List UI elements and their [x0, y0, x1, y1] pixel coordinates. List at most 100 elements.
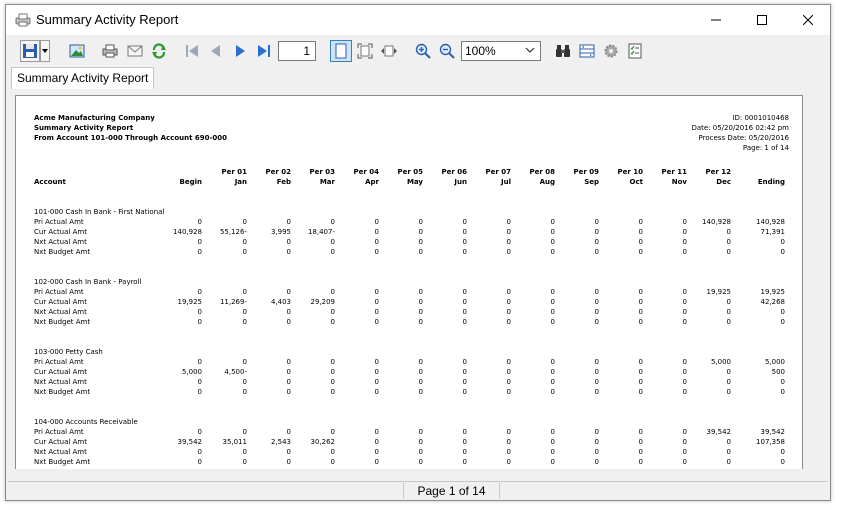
row-value: 29,209	[310, 298, 336, 306]
row-value: 0	[550, 438, 555, 446]
report-range: From Account 101-000 Through Account 690…	[34, 134, 228, 142]
column-header: Nov	[671, 178, 687, 186]
maximize-button[interactable]	[739, 5, 785, 35]
column-header: Sep	[584, 178, 599, 186]
zoom-out-button[interactable]	[436, 40, 458, 62]
report-id: ID: 0001010468	[732, 114, 789, 122]
column-header-period: Per 02	[265, 168, 291, 176]
row-value: 0	[418, 288, 423, 296]
row-label: Pri Actual Amt	[34, 218, 84, 226]
row-value: 5,000	[181, 368, 202, 376]
maximize-icon	[757, 15, 767, 25]
next-page-button[interactable]	[229, 40, 251, 62]
vertical-scrollbar[interactable]	[816, 89, 830, 469]
find-button[interactable]	[552, 40, 574, 62]
row-value: 0	[286, 388, 291, 396]
row-value: 0	[330, 428, 335, 436]
refresh-button[interactable]	[148, 40, 170, 62]
last-page-icon	[258, 45, 270, 57]
row-value: 0	[462, 318, 467, 326]
row-value: 0	[286, 218, 291, 226]
row-value: 0	[197, 388, 202, 396]
row-value: 18,407-	[307, 228, 335, 236]
row-value: 0	[197, 248, 202, 256]
fit-width-button[interactable]	[378, 40, 400, 62]
row-value: 0	[197, 378, 202, 386]
row-value: 0	[330, 368, 335, 376]
row-value: 42,268	[760, 298, 786, 306]
row-value: 0	[550, 448, 555, 456]
fit-page-button[interactable]	[354, 40, 376, 62]
last-page-button[interactable]	[253, 40, 275, 62]
row-value: 0	[286, 288, 291, 296]
row-value: 4,500-	[224, 368, 247, 376]
minimize-button[interactable]	[693, 5, 739, 35]
row-value: 0	[506, 428, 511, 436]
report-title: Summary Activity Report	[34, 124, 134, 132]
row-value: 0	[286, 238, 291, 246]
row-value: 0	[594, 238, 599, 246]
report-process-date: Process Date: 05/20/2016	[698, 134, 789, 142]
row-value: 71,391	[760, 228, 786, 236]
row-value: 0	[418, 238, 423, 246]
row-value: 0	[330, 378, 335, 386]
page-number-input[interactable]: 1	[278, 41, 316, 61]
row-value: 0	[330, 458, 335, 466]
row-value: 0	[286, 378, 291, 386]
row-value: 0	[594, 298, 599, 306]
zoom-out-icon	[439, 43, 455, 59]
chevron-down-icon	[42, 49, 48, 53]
row-value: 0	[374, 428, 379, 436]
row-value: 0	[506, 248, 511, 256]
row-value: 0	[550, 308, 555, 316]
tab-summary-activity-report[interactable]: Summary Activity Report	[11, 67, 155, 89]
row-value: 0	[418, 308, 423, 316]
row-value: 0	[197, 308, 202, 316]
column-header: Mar	[319, 178, 335, 186]
row-value: 0	[638, 358, 643, 366]
column-header: Begin	[179, 178, 202, 186]
page-setup-button[interactable]	[576, 40, 598, 62]
first-page-button[interactable]	[181, 40, 203, 62]
row-value: 0	[594, 448, 599, 456]
parameters-button[interactable]	[624, 40, 646, 62]
print-button[interactable]	[99, 40, 121, 62]
row-value: 0	[330, 218, 335, 226]
report-page: Acme Manufacturing Company Summary Activi…	[15, 95, 803, 469]
row-value: 0	[462, 458, 467, 466]
row-value: 19,925	[760, 288, 786, 296]
close-button[interactable]	[785, 5, 831, 35]
row-value: 0	[462, 428, 467, 436]
row-value: 0	[780, 318, 785, 326]
email-button[interactable]	[124, 40, 146, 62]
row-value: 0	[374, 228, 379, 236]
row-value: 0	[780, 308, 785, 316]
row-value: 0	[594, 228, 599, 236]
report-company: Acme Manufacturing Company	[34, 114, 155, 122]
row-value: 0	[242, 288, 247, 296]
export-image-button[interactable]	[66, 40, 88, 62]
row-value: 0	[682, 318, 687, 326]
single-page-view-button[interactable]	[330, 40, 352, 62]
row-value: 55,126-	[219, 228, 247, 236]
row-value: 0	[462, 238, 467, 246]
zoom-in-button[interactable]	[412, 40, 434, 62]
column-header: Aug	[539, 178, 555, 186]
row-value: 0	[374, 238, 379, 246]
save-dropdown-button[interactable]	[40, 40, 50, 62]
save-button[interactable]	[20, 40, 40, 62]
row-value: 39,542	[760, 428, 786, 436]
row-value: 39,542	[706, 428, 732, 436]
row-value: 140,928	[173, 228, 202, 236]
settings-button[interactable]	[600, 40, 622, 62]
row-value: 0	[286, 428, 291, 436]
zoom-level-select[interactable]: 100%	[461, 41, 541, 61]
row-label: Pri Actual Amt	[34, 358, 84, 366]
row-value: 0	[682, 288, 687, 296]
row-value: 0	[682, 428, 687, 436]
row-label: Nxt Actual Amt	[34, 308, 87, 316]
row-value: 0	[374, 318, 379, 326]
row-value: 0	[418, 388, 423, 396]
row-value: 0	[550, 318, 555, 326]
previous-page-button[interactable]	[205, 40, 227, 62]
